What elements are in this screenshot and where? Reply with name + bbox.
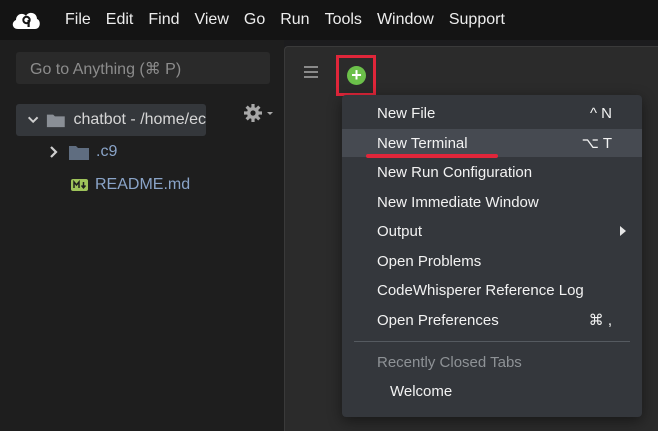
go-to-anything-input[interactable]: Go to Anything (⌘ P) bbox=[16, 52, 270, 84]
go-to-anything-placeholder: Go to Anything (⌘ P) bbox=[30, 61, 182, 78]
menu-item-shortcut: ^ N bbox=[589, 104, 612, 122]
chevron-down-icon[interactable] bbox=[26, 113, 44, 127]
menu-bar: File Edit Find View Go Run Tools Window … bbox=[0, 0, 658, 40]
menu-item-label: Open Preferences bbox=[377, 311, 499, 329]
menu-item-shortcut: ⌘ , bbox=[588, 312, 612, 329]
plus-circle-icon[interactable]: + bbox=[347, 66, 366, 85]
menu-item-new-immediate-window[interactable]: New Immediate Window bbox=[342, 188, 642, 216]
tree-root-label: chatbot - /home/ec bbox=[73, 111, 206, 128]
menu-item-new-terminal[interactable]: New Terminal ⌥ T bbox=[342, 129, 642, 157]
menu-item-output[interactable]: Output bbox=[342, 217, 642, 245]
gear-icon[interactable] bbox=[243, 101, 279, 125]
menu-go[interactable]: Go bbox=[244, 9, 265, 31]
new-tab-dropdown-menu: New File ^ N New Terminal ⌥ T New Run Co… bbox=[342, 95, 642, 417]
menu-item-new-file[interactable]: New File ^ N bbox=[342, 99, 642, 127]
annotation-underline bbox=[366, 154, 498, 158]
menu-view[interactable]: View bbox=[194, 9, 228, 31]
menu-support[interactable]: Support bbox=[449, 9, 505, 31]
tree-root-folder[interactable]: chatbot - /home/ec bbox=[16, 104, 206, 136]
tree-item-label: README.md bbox=[95, 176, 191, 193]
menu-item-shortcut: ⌥ T bbox=[581, 135, 612, 152]
menu-item-new-run-configuration[interactable]: New Run Configuration bbox=[342, 158, 642, 186]
menu-item-label: New File bbox=[377, 104, 436, 122]
add-tab-highlight: + bbox=[336, 55, 376, 96]
menu-item-welcome[interactable]: Welcome bbox=[342, 377, 642, 405]
folder-icon bbox=[46, 114, 65, 128]
menu-edit[interactable]: Edit bbox=[106, 9, 134, 31]
menu-item-label: Output bbox=[377, 222, 423, 240]
markdown-file-icon bbox=[71, 179, 88, 191]
tree-item-label: .c9 bbox=[96, 143, 118, 160]
submenu-arrow-icon bbox=[620, 226, 626, 236]
menu-item-label: New Run Configuration bbox=[377, 163, 533, 181]
menu-item-open-problems[interactable]: Open Problems bbox=[342, 247, 642, 275]
menu-divider bbox=[354, 341, 630, 342]
menu-run[interactable]: Run bbox=[280, 9, 309, 31]
menu-item-codewhisperer-reference-log[interactable]: CodeWhisperer Reference Log bbox=[342, 276, 642, 304]
menu-item-label: New Immediate Window bbox=[377, 193, 539, 211]
menu-item-label: Open Problems bbox=[377, 252, 482, 270]
file-tree-panel: Go to Anything (⌘ P) chatbot - /home/ec bbox=[0, 40, 284, 431]
menu-tools[interactable]: Tools bbox=[325, 9, 362, 31]
folder-icon bbox=[69, 146, 89, 160]
menu-find[interactable]: Find bbox=[148, 9, 179, 31]
chevron-right-icon[interactable] bbox=[48, 145, 60, 159]
cloud9-logo-icon[interactable] bbox=[10, 7, 42, 33]
menu-item-open-preferences[interactable]: Open Preferences ⌘ , bbox=[342, 306, 642, 334]
section-title: Recently Closed Tabs bbox=[377, 353, 522, 371]
recently-closed-section-header: Recently Closed Tabs bbox=[342, 348, 642, 376]
menu-file[interactable]: File bbox=[65, 9, 91, 31]
menu-window[interactable]: Window bbox=[377, 9, 434, 31]
tree-item-c9[interactable]: .c9 bbox=[48, 143, 117, 161]
tree-item-readme[interactable]: README.md bbox=[71, 176, 190, 194]
menu-item-label: New Terminal bbox=[377, 134, 468, 152]
menu-item-label: Welcome bbox=[390, 382, 453, 400]
hamburger-menu-icon[interactable] bbox=[304, 66, 318, 78]
menu-item-label: CodeWhisperer Reference Log bbox=[377, 281, 584, 299]
